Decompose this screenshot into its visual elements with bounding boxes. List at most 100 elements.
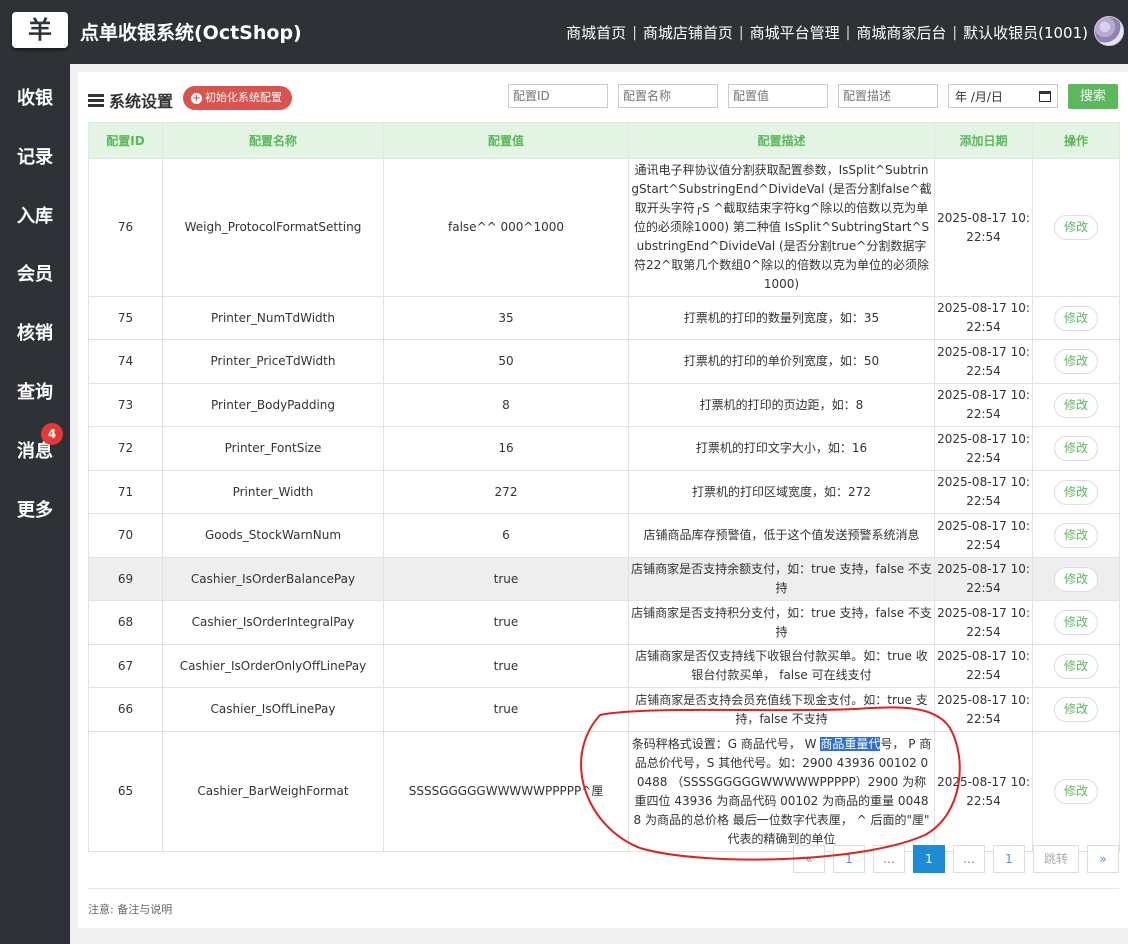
sidebar-item-stock-in[interactable]: 入库 xyxy=(0,202,70,228)
cell-action: 修改 xyxy=(1032,158,1120,297)
table-row: 74 Printer_PriceTdWidth 50 打票机的打印的单价列宽度，… xyxy=(88,339,1120,384)
user-avatar[interactable] xyxy=(1094,16,1124,46)
table-row: 67 Cashier_IsOrderOnlyOffLinePay true 店铺… xyxy=(88,644,1120,688)
cell-value: 8 xyxy=(383,383,629,427)
cell-desc: 通讯电子秤协议值分割获取配置参数，IsSplit^SubtringStart^S… xyxy=(628,158,935,297)
edit-button[interactable]: 修改 xyxy=(1054,697,1098,722)
sidebar: 收银 记录 入库 会员 核销 查询 消息 4 更多 xyxy=(0,64,70,944)
cell-value: false^^ 000^1000 xyxy=(383,158,629,297)
page-last-button[interactable]: 1 xyxy=(993,845,1025,873)
cell-date: 2025-08-17 10:22:54 xyxy=(934,644,1033,688)
nav-platform-admin[interactable]: 商城平台管理 xyxy=(750,22,840,43)
cell-desc: 店铺商家是否支持积分支付，如：true 支持，false 不支持 xyxy=(628,600,935,645)
cell-date: 2025-08-17 10:22:54 xyxy=(934,557,1033,601)
sidebar-item-cashier[interactable]: 收银 xyxy=(0,84,70,110)
cell-id: 69 xyxy=(88,557,163,601)
page-ellipsis: … xyxy=(873,845,905,873)
settings-panel: 系统设置 + 初始化系统配置 年 /月/日 搜索 配置ID 配置名称 配置值 配… xyxy=(78,72,1128,928)
cell-action: 修改 xyxy=(1032,600,1120,645)
edit-button[interactable]: 修改 xyxy=(1054,349,1098,374)
edit-button[interactable]: 修改 xyxy=(1054,653,1098,679)
page-current-button[interactable]: 1 xyxy=(913,845,945,873)
cell-name: Printer_BodyPadding xyxy=(162,383,384,427)
cell-date: 2025-08-17 10:22:54 xyxy=(934,470,1033,514)
nav-merchant-backend[interactable]: 商城商家后台 xyxy=(856,22,946,43)
table-row: 68 Cashier_IsOrderIntegralPay true 店铺商家是… xyxy=(88,600,1120,645)
cell-date: 2025-08-17 10:22:54 xyxy=(934,731,1033,852)
edit-button[interactable]: 修改 xyxy=(1054,523,1098,548)
cell-value: 6 xyxy=(383,513,629,558)
edit-button[interactable]: 修改 xyxy=(1054,779,1098,804)
cell-name: Cashier_IsOrderBalancePay xyxy=(162,557,384,601)
nav-separator: | xyxy=(738,24,744,41)
app-logo[interactable]: 羊 xyxy=(12,12,68,48)
col-header-name[interactable]: 配置名称 xyxy=(162,122,384,159)
sidebar-item-messages[interactable]: 消息 4 xyxy=(0,423,70,463)
nav-mall-home[interactable]: 商城首页 xyxy=(566,22,626,43)
table-row: 69 Cashier_IsOrderBalancePay true 店铺商家是否… xyxy=(88,557,1120,601)
edit-button[interactable]: 修改 xyxy=(1054,436,1098,461)
edit-button[interactable]: 修改 xyxy=(1054,305,1098,331)
nav-separator: | xyxy=(845,24,851,41)
table-row: 76 Weigh_ProtocolFormatSetting false^^ 0… xyxy=(88,158,1120,297)
config-value-input[interactable] xyxy=(728,84,828,108)
cell-id: 71 xyxy=(88,470,163,514)
sidebar-item-verify[interactable]: 核销 xyxy=(0,319,70,345)
page-next-button[interactable]: » xyxy=(1087,845,1119,873)
nav-shop-home[interactable]: 商城店铺首页 xyxy=(643,22,733,43)
cell-desc: 打票机的打印的单价列宽度，如：50 xyxy=(628,339,935,384)
cell-desc: 店铺商家是否支持余额支付，如：true 支持，false 不支持 xyxy=(628,557,935,601)
edit-button[interactable]: 修改 xyxy=(1054,479,1098,505)
init-config-label: 初始化系统配置 xyxy=(205,91,282,104)
cell-action: 修改 xyxy=(1032,557,1120,601)
cell-date: 2025-08-17 10:22:54 xyxy=(934,383,1033,427)
page-jump-input[interactable]: 跳转 xyxy=(1033,845,1079,873)
cell-date: 2025-08-17 10:22:54 xyxy=(934,339,1033,384)
sidebar-item-query[interactable]: 查询 xyxy=(0,378,70,404)
config-table: 配置ID 配置名称 配置值 配置描述 添加日期 操作 76 Weigh_Prot… xyxy=(88,122,1120,852)
col-header-desc[interactable]: 配置描述 xyxy=(628,122,935,159)
edit-button[interactable]: 修改 xyxy=(1054,215,1098,240)
cell-action: 修改 xyxy=(1032,383,1120,427)
date-input[interactable]: 年 /月/日 xyxy=(948,84,1058,108)
page-first-button[interactable]: 1 xyxy=(833,845,865,873)
sidebar-item-label: 记录 xyxy=(17,147,53,168)
cell-action: 修改 xyxy=(1032,513,1120,558)
desc-text: 条码秤格式设置：G 商品代号， W xyxy=(631,736,821,751)
cell-desc: 店铺商家是否仅支持线下收银台付款买单。如：true 收银台付款买单， false… xyxy=(628,644,935,688)
cell-id: 67 xyxy=(88,644,163,688)
config-name-input[interactable] xyxy=(618,84,718,108)
divider xyxy=(88,888,1119,889)
cell-id: 65 xyxy=(88,731,163,852)
edit-button[interactable]: 修改 xyxy=(1054,392,1098,418)
cell-action: 修改 xyxy=(1032,426,1120,471)
calendar-icon[interactable] xyxy=(1039,90,1051,102)
nav-separator: | xyxy=(952,24,958,41)
sidebar-item-members[interactable]: 会员 xyxy=(0,260,70,286)
cell-action: 修改 xyxy=(1032,296,1120,340)
col-header-date[interactable]: 添加日期 xyxy=(934,122,1033,159)
search-button[interactable]: 搜索 xyxy=(1068,84,1118,109)
footer-note: 注意: 备注与说明 xyxy=(88,903,173,916)
sidebar-item-label: 收银 xyxy=(17,88,53,109)
sidebar-item-records[interactable]: 记录 xyxy=(0,143,70,169)
page-prev-button[interactable]: « xyxy=(793,845,825,873)
cell-value: 50 xyxy=(383,339,629,384)
page-ellipsis: … xyxy=(953,845,985,873)
app-title: 点单收银系统(OctShop) xyxy=(80,22,302,44)
nav-cashier-user[interactable]: 默认收银员(1001) xyxy=(963,22,1088,43)
col-header-value[interactable]: 配置值 xyxy=(383,122,629,159)
cell-date: 2025-08-17 10:22:54 xyxy=(934,687,1033,732)
edit-button[interactable]: 修改 xyxy=(1054,566,1098,592)
edit-button[interactable]: 修改 xyxy=(1054,610,1098,635)
init-config-button[interactable]: + 初始化系统配置 xyxy=(183,86,292,110)
cell-action: 修改 xyxy=(1032,339,1120,384)
page-title-text: 系统设置 xyxy=(109,92,174,111)
col-header-id[interactable]: 配置ID xyxy=(88,122,163,159)
config-desc-input[interactable] xyxy=(838,84,938,108)
table-row: 75 Printer_NumTdWidth 35 打票机的打印的数量列宽度，如：… xyxy=(88,296,1120,340)
cell-desc: 店铺商家是否支持会员充值线下现金支付。如：true 支持，false 不支持 xyxy=(628,687,935,732)
sidebar-item-more[interactable]: 更多 xyxy=(0,496,70,522)
cell-date: 2025-08-17 10:22:54 xyxy=(934,158,1033,297)
config-id-input[interactable] xyxy=(508,84,608,108)
